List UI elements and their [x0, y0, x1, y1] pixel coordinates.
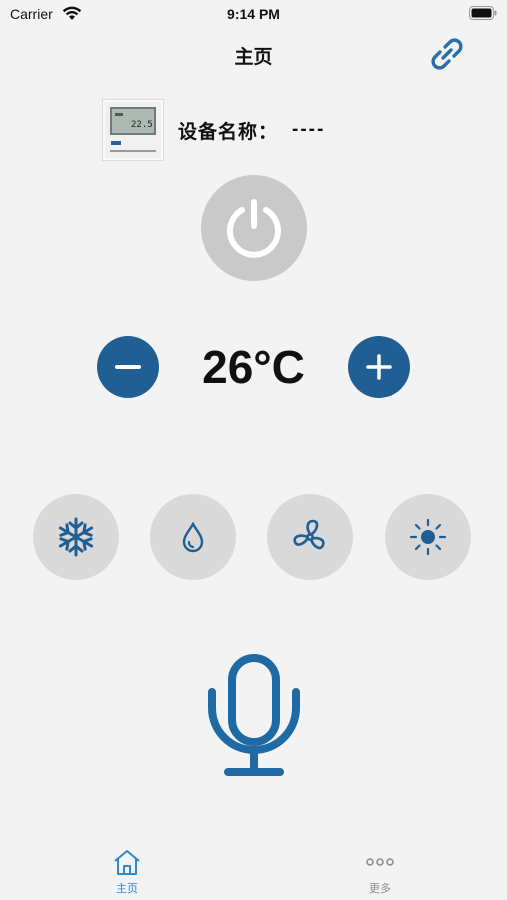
- device-name-value: ----: [292, 119, 326, 140]
- minus-icon: [115, 365, 141, 369]
- status-time: 9:14 PM: [227, 6, 280, 22]
- thermostat-image: 22.5: [102, 99, 164, 161]
- tab-home[interactable]: 主页: [87, 848, 167, 898]
- voice-control-button[interactable]: [207, 652, 301, 780]
- mode-fan-button[interactable]: [267, 494, 353, 580]
- snowflake-icon: [58, 517, 94, 557]
- mode-cool-button[interactable]: [33, 494, 119, 580]
- increase-temperature-button[interactable]: [348, 336, 410, 398]
- power-icon: [227, 199, 281, 258]
- microphone-icon: [208, 654, 300, 776]
- more-icon: [366, 858, 394, 866]
- link-icon: [431, 38, 463, 70]
- fan-icon: [293, 519, 325, 550]
- tab-home-label: 主页: [116, 883, 138, 895]
- mode-selector: [0, 494, 507, 580]
- water-drop-icon: [182, 521, 204, 553]
- tab-more-label: 更多: [369, 883, 391, 895]
- home-icon: [114, 850, 140, 875]
- mode-dry-button[interactable]: [150, 494, 236, 580]
- temperature-value: 26°C: [202, 341, 305, 393]
- power-button[interactable]: [201, 175, 307, 281]
- plus-icon: [366, 354, 392, 380]
- device-name-label: 设备名称：: [178, 121, 279, 143]
- sun-icon: [409, 518, 447, 556]
- status-bar: Carrier 9:14 PM: [0, 0, 507, 28]
- tab-more[interactable]: 更多: [340, 848, 420, 898]
- svg-text:22.5: 22.5: [131, 120, 153, 130]
- temperature-control: 26°C: [0, 336, 507, 398]
- battery-icon: [469, 6, 497, 20]
- navigation-bar: 主页: [0, 28, 507, 78]
- device-info: 22.5 设备名称： ----: [102, 98, 325, 162]
- mode-heat-button[interactable]: [385, 494, 471, 580]
- link-button[interactable]: [427, 34, 467, 74]
- tab-bar: 主页 更多: [0, 836, 507, 900]
